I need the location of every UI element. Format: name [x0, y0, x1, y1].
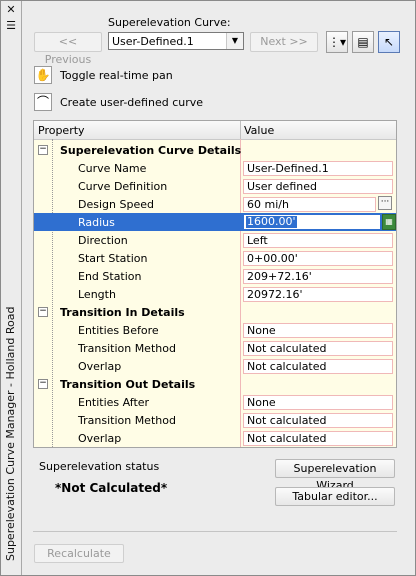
property-value[interactable]: 20972.16'	[243, 287, 393, 302]
recalculate-button[interactable]: Recalculate	[34, 544, 124, 563]
grid-row-curve-name[interactable]: Curve Name User-Defined.1	[34, 159, 396, 177]
collapse-icon[interactable]: −	[38, 145, 48, 155]
property-value: Not calculated	[243, 413, 393, 428]
collapse-icon[interactable]: −	[38, 307, 48, 317]
superelevation-wizard-button[interactable]: Superelevation Wizard	[275, 459, 395, 492]
ellipsis-icon[interactable]: ···	[378, 196, 392, 210]
previous-button[interactable]: << Previous	[34, 32, 102, 66]
create-curve-label: Create user-defined curve	[60, 96, 204, 109]
property-grid: Property Value − Superelevation Curve De…	[33, 120, 397, 448]
superelevation-curve-manager-window: ✕ ☰ Superelevation Curve Manager - Holla…	[0, 0, 416, 576]
property-value[interactable]: 209+72.16'	[243, 269, 393, 284]
collapse-icon[interactable]: −	[38, 379, 48, 389]
window-title: Superelevation Curve Manager - Holland R…	[4, 306, 17, 561]
grid-row-design-speed[interactable]: Design Speed 60 mi/h ···	[34, 195, 396, 213]
next-button[interactable]: Next >>	[250, 32, 318, 52]
section-transition-out[interactable]: − Transition Out Details	[34, 375, 396, 393]
property-name: Curve Name	[78, 162, 147, 175]
grid-row-curve-definition[interactable]: Curve Definition User defined	[34, 177, 396, 195]
curve-label: Superelevation Curve:	[108, 16, 231, 29]
create-curve-icon: ⌒	[34, 93, 52, 111]
property-value: Not calculated	[243, 341, 393, 356]
property-value: None	[243, 395, 393, 410]
section-transition-in[interactable]: − Transition In Details	[34, 303, 396, 321]
palette-content: Superelevation Curve: << Previous User-D…	[22, 1, 415, 575]
value-column-header[interactable]: Value	[244, 124, 274, 137]
property-name: Overlap	[78, 432, 122, 445]
grid-row-end-station[interactable]: End Station 209+72.16'	[34, 267, 396, 285]
select-curve-icon[interactable]: ↖	[378, 31, 400, 53]
section-curve-details[interactable]: − Superelevation Curve Details	[34, 141, 396, 159]
curve-select[interactable]: User-Defined.1 ▼	[108, 32, 244, 50]
property-value[interactable]: 0+00.00'	[243, 251, 393, 266]
grid-row-overlap-in[interactable]: Overlap Not calculated	[34, 357, 396, 375]
property-value: Not calculated	[243, 359, 393, 374]
property-column-header[interactable]: Property	[38, 124, 85, 137]
grid-row-transition-method-in[interactable]: Transition Method Not calculated	[34, 339, 396, 357]
property-name: Transition Method	[78, 414, 176, 427]
grid-row-overlap-out[interactable]: Overlap Not calculated	[34, 429, 396, 447]
selected-curve: User-Defined.1	[112, 35, 194, 48]
radius-input[interactable]: 1600.00'	[243, 214, 381, 230]
property-name: Overlap	[78, 360, 122, 373]
property-value: None	[243, 323, 393, 338]
property-value[interactable]: 60 mi/h	[243, 197, 376, 212]
property-name: Entities Before	[78, 324, 159, 337]
superelevation-status-label: Superelevation status	[39, 460, 160, 473]
table-view-icon[interactable]: ▤	[352, 31, 374, 53]
toggle-pan-label: Toggle real-time pan	[60, 69, 173, 82]
menu-icon[interactable]: ☰	[4, 19, 18, 33]
property-name: Radius	[78, 216, 115, 229]
tabular-editor-button[interactable]: Tabular editor...	[275, 487, 395, 506]
section-title: Transition In Details	[60, 306, 185, 319]
property-name: Entities After	[78, 396, 150, 409]
grid-row-transition-method-out[interactable]: Transition Method Not calculated	[34, 411, 396, 429]
grid-row-direction[interactable]: Direction Left	[34, 231, 396, 249]
superelevation-status-value: *Not Calculated*	[55, 481, 168, 495]
chevron-down-icon[interactable]: ▼	[226, 33, 243, 49]
property-name: Curve Definition	[78, 180, 168, 193]
section-title: Transition Out Details	[60, 378, 196, 391]
grid-row-length[interactable]: Length 20972.16'	[34, 285, 396, 303]
property-value: Not calculated	[243, 431, 393, 446]
list-options-icon[interactable]: ⋮▾	[326, 31, 348, 53]
property-name: Transition Method	[78, 342, 176, 355]
palette-title-bar[interactable]: ✕ ☰ Superelevation Curve Manager - Holla…	[1, 1, 22, 575]
property-value[interactable]: Left	[243, 233, 393, 248]
divider	[33, 531, 397, 532]
close-icon[interactable]: ✕	[4, 3, 18, 17]
grid-row-entities-before[interactable]: Entities Before None	[34, 321, 396, 339]
column-divider[interactable]	[240, 121, 241, 139]
property-value: User defined	[243, 179, 393, 194]
property-name: Design Speed	[78, 198, 154, 211]
radius-value[interactable]: 1600.00'	[246, 216, 297, 228]
grid-row-radius[interactable]: Radius 1600.00' ▦	[34, 213, 396, 231]
property-name: End Station	[78, 270, 142, 283]
property-value[interactable]: User-Defined.1	[243, 161, 393, 176]
grid-row-start-station[interactable]: Start Station 0+00.00'	[34, 249, 396, 267]
pick-in-drawing-icon[interactable]: ▦	[382, 214, 396, 230]
property-name: Direction	[78, 234, 128, 247]
grid-header: Property Value	[34, 121, 396, 140]
property-name: Start Station	[78, 252, 148, 265]
section-title: Superelevation Curve Details	[60, 144, 242, 157]
property-name: Length	[78, 288, 116, 301]
grid-row-entities-after[interactable]: Entities After None	[34, 393, 396, 411]
hand-pan-icon: ✋	[34, 66, 52, 84]
